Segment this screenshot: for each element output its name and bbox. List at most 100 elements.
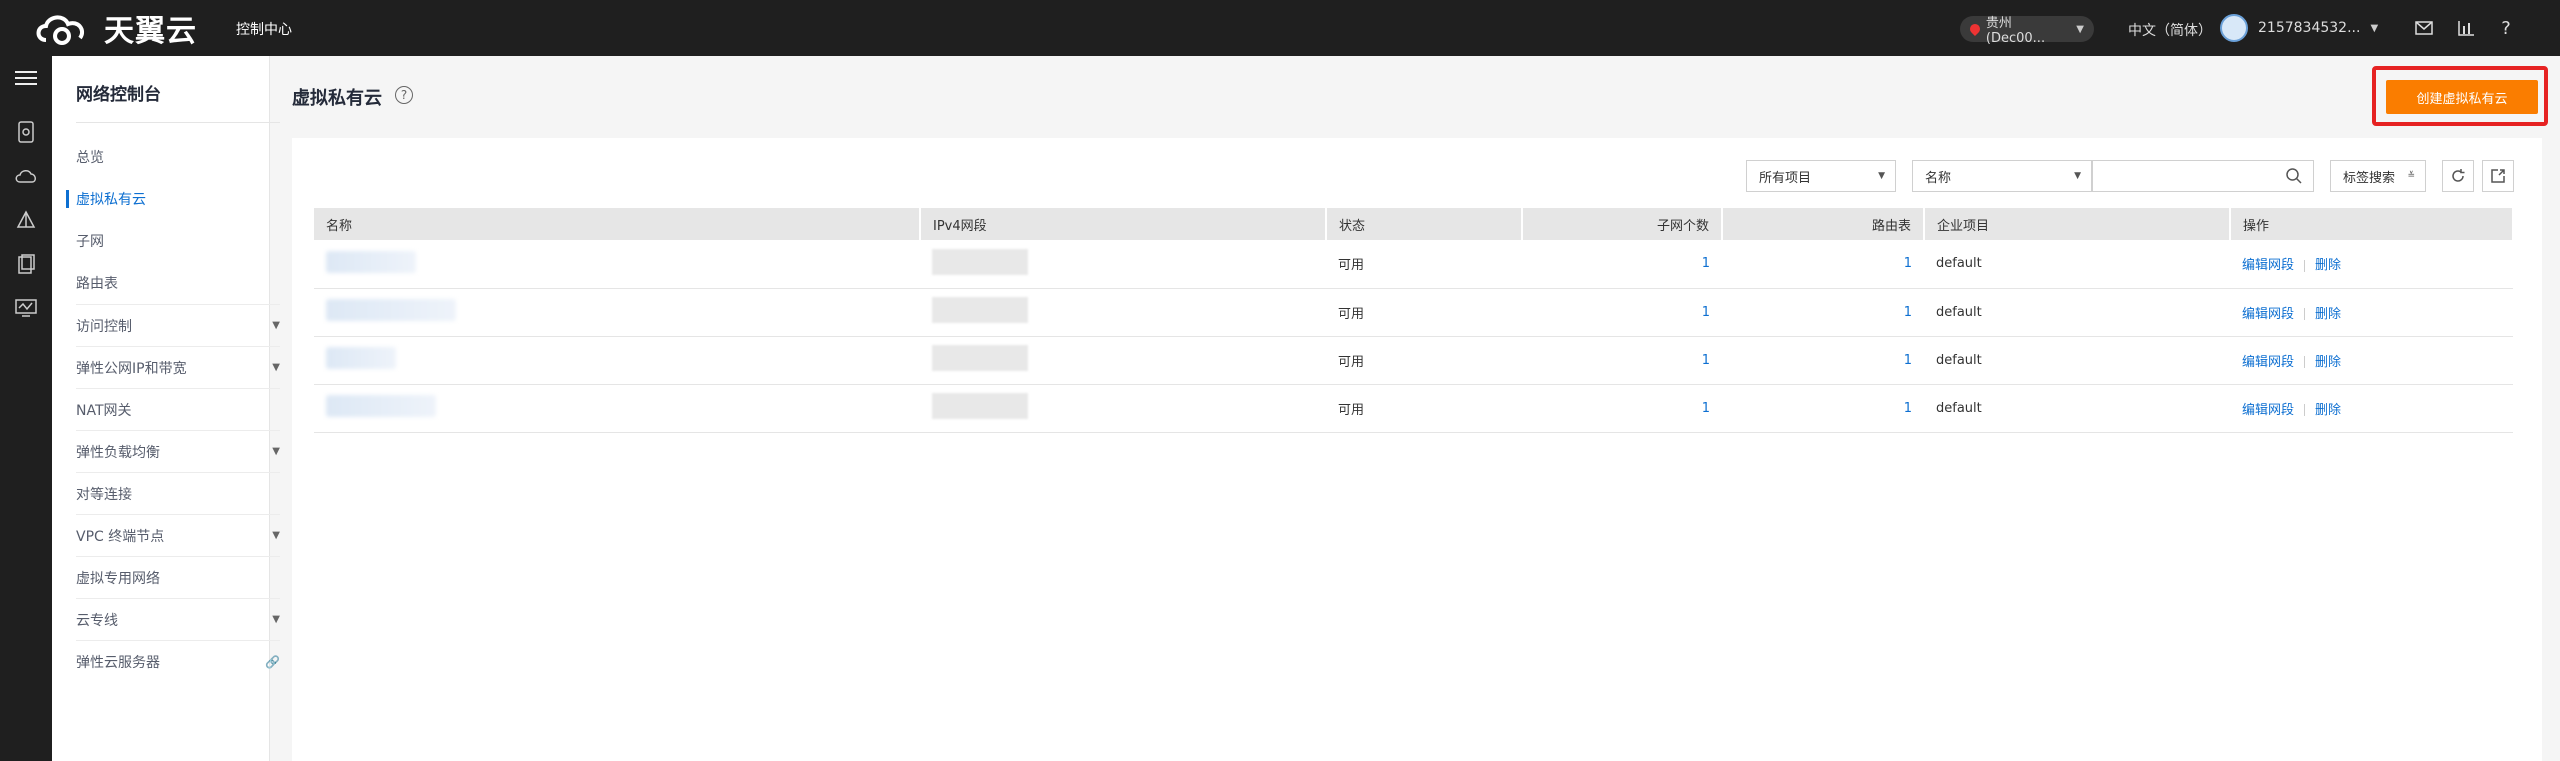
- vpc-name-cell[interactable]: [314, 288, 920, 337]
- nav-item-label: 访问控制: [76, 318, 132, 335]
- region-selector[interactable]: 贵州(Dec00... ▼: [1960, 16, 2094, 46]
- subnet-count-link[interactable]: 1: [1522, 240, 1722, 289]
- menu-icon[interactable]: [0, 56, 52, 100]
- enterprise-project-cell: default: [1924, 336, 2230, 385]
- nav-item-vpc-endpoint[interactable]: VPC 终端节点 ▼: [76, 514, 280, 556]
- create-vpc-button[interactable]: 创建虚拟私有云: [2386, 80, 2538, 114]
- monitor-icon[interactable]: [0, 286, 52, 330]
- table-row: 可用 1 1 default 编辑网段 删除: [314, 384, 2513, 433]
- subnet-count-link[interactable]: 1: [1522, 336, 1722, 385]
- server-icon[interactable]: [0, 110, 52, 154]
- caret-down-icon: ▼: [1878, 171, 1885, 181]
- nav-item-access-control[interactable]: 访问控制 ▼: [76, 304, 280, 346]
- col-status: 状态: [1326, 208, 1523, 240]
- nav-item-eip[interactable]: 弹性公网IP和带宽 ▼: [76, 346, 280, 388]
- link-icon: 🔗: [265, 654, 280, 669]
- chevron-down-icon: ▼: [272, 446, 280, 457]
- nav-item-direct-connect[interactable]: 云专线 ▼: [76, 598, 280, 640]
- vpc-name-cell[interactable]: [314, 240, 920, 289]
- edit-cidr-link[interactable]: 编辑网段: [2242, 307, 2294, 322]
- help-icon[interactable]: ?: [2494, 16, 2518, 40]
- double-chevron-down-icon: ≚: [2407, 171, 2415, 181]
- nav-title: 网络控制台: [76, 85, 161, 105]
- avatar: [2220, 14, 2248, 42]
- nav-item-route-table[interactable]: 路由表: [76, 262, 280, 304]
- caret-down-icon: ▼: [2074, 171, 2081, 181]
- nav-item-ecs[interactable]: 弹性云服务器 🔗: [76, 640, 280, 682]
- top-bar: 天翼云 控制中心 贵州(Dec00... ▼ 中文（简体） 2157834532…: [0, 0, 2560, 56]
- nav-item-subnet[interactable]: 子网: [76, 220, 280, 262]
- col-enterprise-project: 企业项目: [1924, 208, 2231, 240]
- nav-item-vpc[interactable]: 虚拟私有云: [66, 178, 280, 220]
- table-row: 可用 1 1 default 编辑网段 删除: [314, 336, 2513, 385]
- nav-item-nat[interactable]: NAT网关: [76, 388, 280, 430]
- delete-link[interactable]: 删除: [2315, 355, 2341, 370]
- chevron-down-icon: ▼: [272, 362, 280, 373]
- network-icon[interactable]: [0, 198, 52, 242]
- nav-item-label: 虚拟私有云: [76, 192, 146, 208]
- export-icon[interactable]: [2482, 160, 2514, 192]
- mail-icon[interactable]: [2412, 16, 2436, 40]
- route-table-link[interactable]: 1: [1722, 336, 1924, 385]
- cloud-icon[interactable]: [0, 154, 52, 198]
- operation-cell: 编辑网段 删除: [2230, 288, 2513, 337]
- chevron-down-icon: ▼: [272, 530, 280, 541]
- edit-cidr-link[interactable]: 编辑网段: [2242, 403, 2294, 418]
- console-link[interactable]: 控制中心: [236, 19, 292, 39]
- operation-cell: 编辑网段 删除: [2230, 240, 2513, 289]
- status-cell: 可用: [1326, 288, 1522, 337]
- vpc-name-cell[interactable]: [314, 384, 920, 433]
- ipv4-cell: [920, 288, 1326, 337]
- chevron-down-icon: ▼: [2370, 22, 2379, 34]
- document-icon[interactable]: [0, 242, 52, 286]
- question-icon[interactable]: ?: [395, 86, 413, 104]
- delete-link[interactable]: 删除: [2315, 258, 2341, 273]
- delete-link[interactable]: 删除: [2315, 403, 2341, 418]
- nav-item-label: 弹性负载均衡: [76, 444, 160, 461]
- route-table-link[interactable]: 1: [1722, 240, 1924, 289]
- subnet-count-link[interactable]: 1: [1522, 384, 1722, 433]
- project-filter-value: 所有项目: [1759, 170, 1812, 186]
- enterprise-project-cell: default: [1924, 288, 2230, 337]
- region-label: 贵州(Dec00...: [1985, 16, 2046, 46]
- nav-item-label: 弹性云服务器: [76, 654, 160, 671]
- col-route-table: 路由表: [1722, 208, 1925, 240]
- nav-item-elb[interactable]: 弹性负载均衡 ▼: [76, 430, 280, 472]
- logo[interactable]: 天翼云: [32, 6, 197, 50]
- page-title: 虚拟私有云: [292, 88, 382, 109]
- user-menu[interactable]: 2157834532... ▼: [2220, 14, 2378, 42]
- language-selector[interactable]: 中文（简体）: [2128, 20, 2212, 40]
- vpc-name-cell[interactable]: [314, 336, 920, 385]
- nav-item-vpn[interactable]: 虚拟专用网络: [76, 556, 280, 598]
- route-table-link[interactable]: 1: [1722, 384, 1924, 433]
- edit-cidr-link[interactable]: 编辑网段: [2242, 355, 2294, 370]
- route-table-link[interactable]: 1: [1722, 288, 1924, 337]
- delete-link[interactable]: 删除: [2315, 307, 2341, 322]
- col-name[interactable]: 名称: [314, 208, 921, 240]
- cloud-logo-icon: [36, 15, 85, 45]
- enterprise-project-cell: default: [1924, 240, 2230, 289]
- table-row: 可用 1 1 default 编辑网段 删除: [314, 288, 2513, 337]
- refresh-icon[interactable]: [2442, 160, 2474, 192]
- username: 2157834532...: [2258, 20, 2361, 36]
- project-filter[interactable]: 所有项目 ▼: [1746, 160, 1896, 192]
- operation-cell: 编辑网段 删除: [2230, 384, 2513, 433]
- nav-divider: [76, 122, 280, 123]
- search-icon[interactable]: [2285, 167, 2303, 189]
- tag-search-button[interactable]: 标签搜索 ≚: [2330, 160, 2426, 192]
- nav-item-overview[interactable]: 总览: [76, 136, 280, 178]
- table-header-row: 名称 IPv4网段 状态 子网个数 路由表 企业项目 操作: [314, 208, 2514, 240]
- chevron-down-icon: ▼: [2076, 23, 2084, 35]
- enterprise-project-cell: default: [1924, 384, 2230, 433]
- col-operation: 操作: [2230, 208, 2514, 240]
- subnet-count-link[interactable]: 1: [1522, 288, 1722, 337]
- edit-cidr-link[interactable]: 编辑网段: [2242, 258, 2294, 273]
- col-ipv4: IPv4网段: [920, 208, 1327, 240]
- search-input[interactable]: [2092, 160, 2314, 192]
- nav-item-label: 弹性公网IP和带宽: [76, 360, 187, 377]
- search-field-select[interactable]: 名称 ▼: [1912, 160, 2092, 192]
- table-row: 可用 1 1 default 编辑网段 删除: [314, 240, 2513, 289]
- bar-chart-icon[interactable]: [2454, 16, 2478, 40]
- nav-item-peering[interactable]: 对等连接: [76, 472, 280, 514]
- logo-text: 天翼云: [104, 14, 197, 49]
